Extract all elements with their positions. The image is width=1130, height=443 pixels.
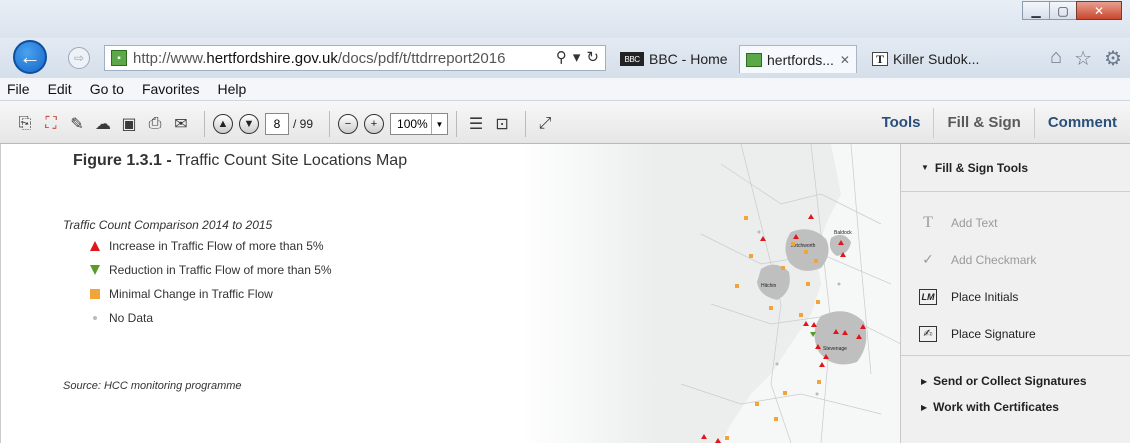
tab-hertfordshire[interactable]: hertfords... ✕ bbox=[739, 45, 857, 73]
zoom-select[interactable]: 100% ▼ bbox=[390, 113, 449, 135]
fit-page-icon[interactable]: ⊡ bbox=[491, 113, 513, 135]
add-checkmark-tool[interactable]: ✓ Add Checkmark bbox=[901, 241, 1130, 278]
legend-item-no-data: No Data bbox=[89, 310, 332, 334]
checkmark-icon: ✓ bbox=[922, 251, 934, 267]
menu-goto[interactable]: Go to bbox=[87, 81, 127, 97]
title-bar: ▁ ▢ ✕ bbox=[0, 0, 1130, 38]
fill-sign-link[interactable]: Fill & Sign bbox=[933, 107, 1035, 138]
place-initials-tool[interactable]: LM Place Initials bbox=[901, 278, 1130, 315]
search-icon[interactable]: ⚲ bbox=[556, 48, 567, 66]
triangle-down-icon: ▼ bbox=[921, 163, 929, 172]
forward-arrow-icon: ⇨ bbox=[73, 51, 85, 65]
url-text[interactable]: http://www.hertfordshire.gov.uk/docs/pdf… bbox=[133, 50, 505, 67]
red-triangle-up-icon bbox=[90, 241, 100, 251]
comment-link[interactable]: Comment bbox=[1035, 108, 1130, 138]
map-legend: Increase in Traffic Flow of more than 5%… bbox=[89, 238, 332, 334]
page-number-input[interactable]: 8 bbox=[265, 113, 289, 135]
address-bar[interactable]: ▪ http://www.hertfordshire.gov.uk/docs/p… bbox=[104, 45, 606, 71]
tab-bbc[interactable]: BBC BBC - Home bbox=[614, 45, 734, 73]
settings-gear-icon[interactable]: ⚙ bbox=[1104, 46, 1122, 71]
minimize-button[interactable]: ▁ bbox=[1022, 1, 1050, 20]
legend-item-reduction: Reduction in Traffic Flow of more than 5… bbox=[89, 262, 332, 286]
edit-icon[interactable]: ✎ bbox=[66, 113, 88, 135]
email-icon[interactable]: ✉ bbox=[170, 113, 192, 135]
tools-link[interactable]: Tools bbox=[869, 108, 934, 138]
scroll-mode-icon[interactable]: ☰ bbox=[465, 113, 487, 135]
pdf-favicon-icon: ▪ bbox=[111, 50, 127, 66]
zoom-out-button[interactable]: − bbox=[338, 114, 359, 134]
close-tab-icon[interactable]: ✕ bbox=[840, 53, 850, 67]
tab-label: Killer Sudok... bbox=[893, 51, 980, 67]
menu-favorites[interactable]: Favorites bbox=[139, 81, 203, 97]
chevron-down-icon[interactable]: ▼ bbox=[431, 114, 447, 134]
zoom-in-button[interactable]: + bbox=[364, 114, 385, 134]
maximize-button[interactable]: ▢ bbox=[1049, 1, 1077, 20]
figure-title: Figure 1.3.1 - Traffic Count Site Locati… bbox=[73, 152, 408, 169]
source-note: Source: HCC monitoring programme bbox=[63, 380, 242, 392]
full-screen-icon[interactable]: ⤢ bbox=[534, 113, 556, 135]
create-pdf-icon[interactable]: ⎘ bbox=[14, 113, 36, 135]
legend-item-increase: Increase in Traffic Flow of more than 5% bbox=[89, 238, 332, 262]
text-icon: T bbox=[923, 213, 933, 231]
signature-icon: ✍ bbox=[919, 325, 937, 342]
menu-file[interactable]: File bbox=[4, 81, 33, 97]
chevron-down-icon[interactable]: ▾ bbox=[573, 48, 581, 66]
initials-icon: LM bbox=[919, 288, 937, 305]
map-label-baldock: Baldock bbox=[834, 230, 852, 236]
close-window-button[interactable]: ✕ bbox=[1076, 1, 1122, 20]
next-page-button[interactable]: ▼ bbox=[239, 114, 259, 134]
legend-item-minimal-change: Minimal Change in Traffic Flow bbox=[89, 286, 332, 310]
grey-dot-icon bbox=[93, 316, 97, 320]
tab-killer-sudoku[interactable]: T Killer Sudok... bbox=[866, 45, 985, 73]
refresh-icon[interactable]: ↻ bbox=[586, 48, 599, 66]
tab-label: BBC - Home bbox=[649, 51, 728, 67]
convert-pdf-icon[interactable]: ⛶ bbox=[40, 113, 62, 135]
home-icon[interactable]: ⌂ bbox=[1050, 46, 1062, 71]
print-icon[interactable]: ⎙ bbox=[144, 113, 166, 135]
pdf-toolbar: ⎘ ⛶ ✎ ☁ ▣ ⎙ ✉ ▲ ▼ 8 / 99 − + 100% ▼ ☰ ⊡ … bbox=[0, 101, 1130, 144]
map-label-stevenage: Stevenage bbox=[823, 346, 847, 352]
previous-page-button[interactable]: ▲ bbox=[213, 114, 233, 134]
fill-sign-tool-list: T Add Text ✓ Add Checkmark LM Place Init… bbox=[901, 192, 1130, 356]
nyt-icon: T bbox=[872, 52, 888, 66]
page-total: / 99 bbox=[293, 117, 314, 131]
favorites-star-icon[interactable]: ☆ bbox=[1074, 46, 1092, 71]
tab-label: hertfords... bbox=[767, 51, 834, 68]
bbc-icon: BBC bbox=[620, 52, 644, 66]
green-triangle-down-icon bbox=[90, 265, 100, 275]
navigation-bar: ← ⇨ ▪ http://www.hertfordshire.gov.uk/do… bbox=[0, 38, 1130, 78]
save-icon[interactable]: ▣ bbox=[118, 113, 140, 135]
fill-sign-panel: ▼ Fill & Sign Tools T Add Text ✓ Add Che… bbox=[900, 144, 1130, 443]
pdf-icon bbox=[746, 52, 762, 67]
map-label-hitchin: Hitchin bbox=[761, 283, 777, 289]
back-arrow-icon: ← bbox=[19, 44, 41, 69]
window-controls: ▁ ▢ ✕ bbox=[1022, 1, 1122, 20]
back-button[interactable]: ← bbox=[13, 40, 47, 74]
traffic-map: Baldock Letchworth Hitchin Stevenage bbox=[521, 144, 900, 443]
upload-cloud-icon[interactable]: ☁ bbox=[92, 113, 114, 135]
forward-button[interactable]: ⇨ bbox=[68, 47, 90, 69]
fill-sign-tools-header[interactable]: ▼ Fill & Sign Tools bbox=[901, 144, 1130, 192]
legend-title: Traffic Count Comparison 2014 to 2015 bbox=[63, 218, 273, 232]
menu-bar: File Edit Go to Favorites Help bbox=[0, 78, 1130, 101]
menu-help[interactable]: Help bbox=[215, 81, 250, 97]
pdf-document-view[interactable]: Baldock Letchworth Hitchin Stevenage Fig… bbox=[0, 144, 900, 443]
send-collect-signatures-section[interactable]: ▶ Send or Collect Signatures bbox=[901, 368, 1130, 394]
menu-edit[interactable]: Edit bbox=[45, 81, 75, 97]
work-with-certificates-section[interactable]: ▶ Work with Certificates bbox=[901, 394, 1130, 420]
place-signature-tool[interactable]: ✍ Place Signature bbox=[901, 315, 1130, 352]
orange-square-icon bbox=[90, 289, 100, 299]
triangle-right-icon: ▶ bbox=[921, 376, 928, 386]
add-text-tool[interactable]: T Add Text bbox=[901, 204, 1130, 241]
triangle-right-icon: ▶ bbox=[921, 402, 928, 412]
